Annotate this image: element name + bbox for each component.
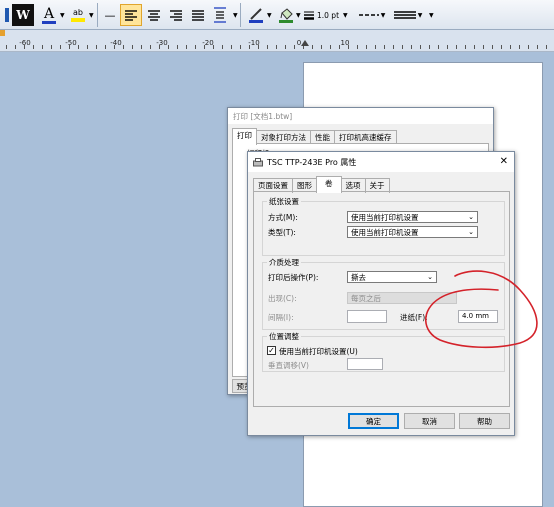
red-annotation-circle <box>425 270 538 349</box>
tab-print[interactable]: 打印 <box>232 128 257 145</box>
tab-stock[interactable]: 卷 <box>316 176 342 193</box>
